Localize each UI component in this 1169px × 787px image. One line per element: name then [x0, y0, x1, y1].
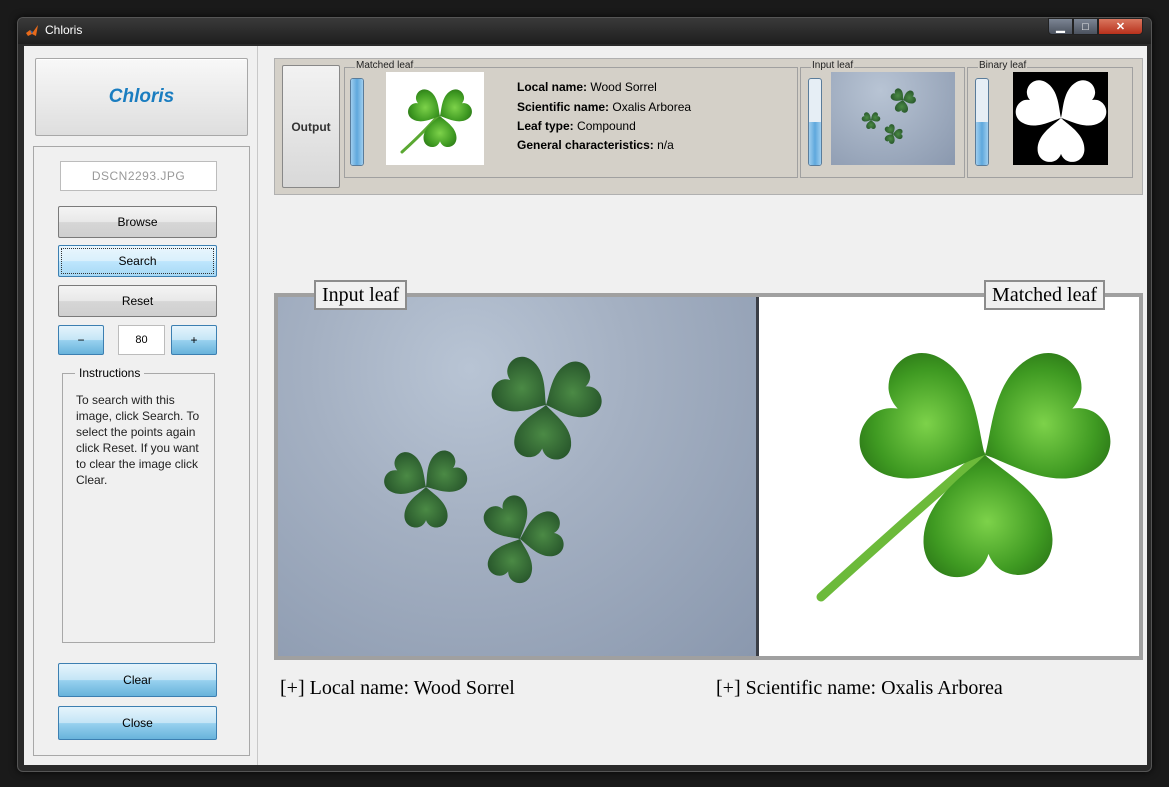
input-leaf-view [278, 297, 756, 656]
close-window-button[interactable]: ✕ [1098, 18, 1143, 35]
image-viewer: Input leaf Matched leaf [274, 280, 1143, 660]
clover-image [400, 86, 476, 154]
general-value: n/a [657, 138, 674, 152]
app-logo: Chloris [108, 86, 175, 107]
matched-clover-large [816, 341, 1123, 602]
logo-panel: Chloris [35, 58, 248, 136]
clear-button[interactable]: Clear [58, 663, 217, 697]
scientific-name-value: Oxalis Arborea [612, 100, 692, 114]
scientific-name-caption[interactable]: [+] Scientific name: Oxalis Arborea [716, 677, 1003, 700]
instructions-panel: Instructions To search with this image, … [62, 366, 215, 643]
search-button[interactable]: Search [58, 245, 217, 277]
input-leaf-group: Input leaf [800, 60, 965, 178]
matched-general-characteristics: General characteristics: n/a [517, 138, 674, 152]
binary-leaf-legend: Binary leaf [978, 60, 1028, 71]
matlab-app-icon [26, 25, 38, 36]
reset-button[interactable]: Reset [58, 285, 217, 317]
left-panel: Chloris DSCN2293.JPG Browse Search Reset… [24, 46, 258, 765]
binary-leaf-slider[interactable] [975, 78, 989, 166]
output-button[interactable]: Output [282, 65, 340, 188]
close-button[interactable]: Close [58, 706, 217, 740]
matched-leaf-slider-fill [351, 79, 363, 165]
matched-leaf-group: Matched leaf Local name: Wood Sorrel Sci… [344, 60, 798, 178]
leaf-type-label: Leaf type: [517, 119, 574, 133]
title-bar[interactable]: Chloris ▁ □ ✕ [18, 18, 1151, 44]
matched-leaf-label: Matched leaf [984, 280, 1105, 310]
matched-leaf-legend: Matched leaf [355, 60, 415, 71]
matched-scientific-name: Scientific name: Oxalis Arborea [517, 100, 691, 114]
increment-button[interactable]: + [171, 325, 217, 355]
binary-leaf-slider-fill [976, 122, 988, 165]
minimize-button[interactable]: ▁ [1048, 18, 1073, 35]
maximize-button[interactable]: □ [1073, 18, 1098, 35]
local-name-label: Local name: [517, 80, 588, 94]
general-label: General characteristics: [517, 138, 654, 152]
output-panel: Output Matched leaf Local name: Wood Sor… [274, 58, 1143, 195]
scientific-name-label: Scientific name: [517, 100, 610, 114]
input-clovers-image [860, 86, 917, 145]
local-name-caption[interactable]: [+] Local name: Wood Sorrel [280, 677, 515, 700]
file-name-field[interactable]: DSCN2293.JPG [60, 161, 217, 191]
binary-leaf-group: Binary leaf [967, 60, 1133, 178]
close-icon: ✕ [1115, 21, 1126, 33]
minimize-icon: ▁ [1056, 21, 1065, 33]
decrement-button[interactable]: − [58, 325, 104, 355]
input-clovers-large [380, 350, 607, 587]
leaf-type-value: Compound [577, 119, 636, 133]
matched-leaf-thumbnail [386, 72, 484, 165]
browse-button[interactable]: Browse [58, 206, 217, 238]
threshold-field[interactable]: 80 [118, 325, 165, 355]
matched-leaf-slider[interactable] [350, 78, 364, 166]
input-leaf-legend: Input leaf [811, 60, 855, 71]
maximize-icon: □ [1082, 20, 1089, 33]
matched-leaf-view [759, 297, 1139, 656]
matched-local-name: Local name: Wood Sorrel [517, 80, 657, 94]
binary-mask-image [1013, 75, 1108, 162]
instructions-title: Instructions [75, 366, 145, 380]
input-leaf-thumbnail [831, 72, 955, 165]
input-leaf-slider[interactable] [808, 78, 822, 166]
controls-panel: DSCN2293.JPG Browse Search Reset − 80 + … [33, 146, 250, 756]
input-leaf-label: Input leaf [314, 280, 408, 310]
binary-leaf-thumbnail [1013, 72, 1108, 165]
instructions-text: To search with this image, click Search.… [76, 393, 200, 487]
client-area: Chloris DSCN2293.JPG Browse Search Reset… [24, 46, 1147, 765]
matched-leaf-type: Leaf type: Compound [517, 119, 636, 133]
window-title: Chloris [45, 23, 83, 37]
input-leaf-slider-fill [809, 122, 821, 165]
local-name-value: Wood Sorrel [590, 80, 657, 94]
app-window: Chloris ▁ □ ✕ Chloris DSCN2293.JPG Brows… [17, 17, 1152, 772]
